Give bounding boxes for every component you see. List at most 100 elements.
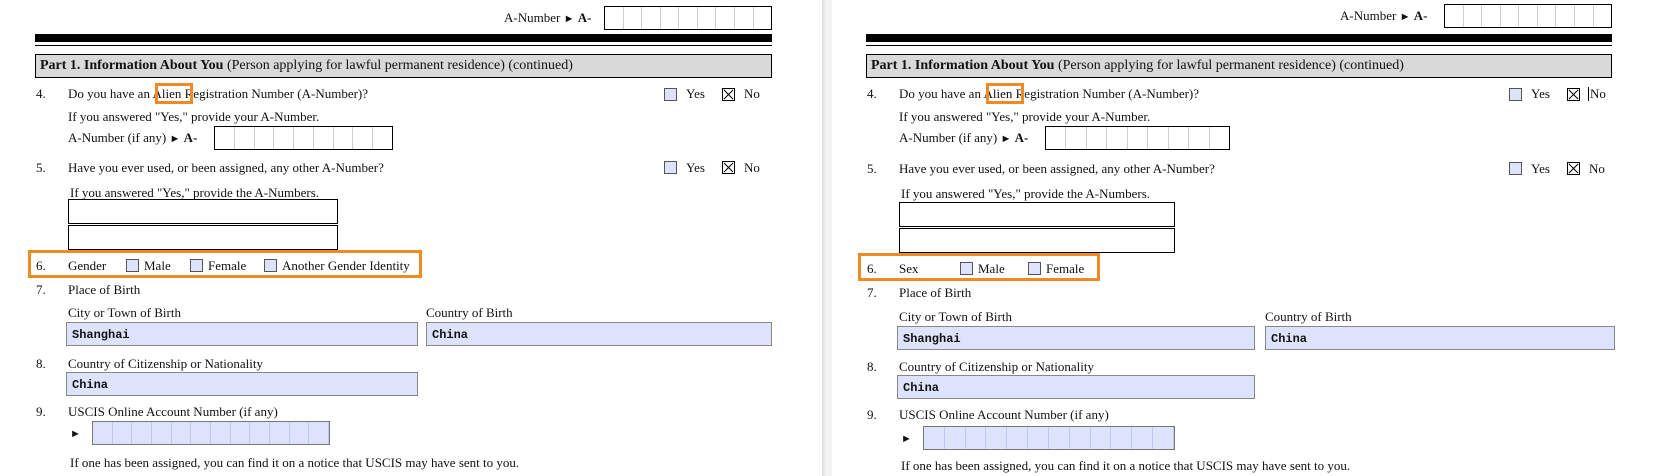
q7-number: 7. — [36, 282, 46, 297]
q7-number: 7. — [867, 285, 877, 300]
q9-uscis-account-input[interactable] — [92, 421, 330, 445]
gender-section-highlight — [28, 250, 422, 278]
q7-country-input[interactable]: China — [1265, 326, 1615, 350]
q5-no-checkbox[interactable] — [1567, 162, 1580, 175]
page-divider — [822, 0, 832, 476]
q4-yes-label: Yes — [686, 86, 705, 101]
q5-a-numbers-input-2[interactable] — [899, 228, 1175, 253]
q7-city-label: City or Town of Birth — [899, 309, 1012, 324]
q9-note: If one has been assigned, you can find i… — [70, 455, 520, 470]
q4-number: 4. — [867, 86, 877, 101]
q7-country-label: Country of Birth — [1265, 309, 1352, 324]
alien-word-highlight — [986, 83, 1024, 104]
q7-city-input[interactable]: Shanghai — [897, 326, 1255, 350]
q4-no-checkbox[interactable] — [1567, 88, 1580, 101]
q4-yes-checkbox[interactable] — [664, 88, 677, 101]
section-rule-thin — [35, 45, 772, 46]
q4-number: 4. — [36, 86, 46, 101]
q5-a-numbers-input-2[interactable] — [68, 225, 338, 250]
a-number-header-label: A-Number ► A- — [1340, 8, 1427, 25]
part-header: Part 1. Information About You (Person ap… — [35, 54, 772, 78]
q5-question: Have you ever used, or been assigned, an… — [68, 160, 384, 175]
q7-label: Place of Birth — [899, 285, 972, 300]
q4-a-prefix: A- — [183, 130, 198, 145]
q4-hint: If you answered "Yes," provide your A-Nu… — [68, 109, 320, 124]
arrow-right-icon: ► — [1000, 133, 1012, 145]
q8-number: 8. — [867, 359, 877, 374]
q5-a-numbers-input-1[interactable] — [899, 202, 1175, 227]
a-number-header-input[interactable] — [604, 6, 772, 30]
q9-uscis-account-input[interactable] — [923, 426, 1175, 450]
q4-a-prefix: A- — [1014, 130, 1029, 145]
q4-no-label: No — [744, 86, 760, 101]
q4-no-label: No — [1590, 86, 1606, 101]
q4-a-number-input[interactable] — [214, 126, 393, 150]
sex-section-highlight — [858, 253, 1100, 281]
q5-number: 5. — [867, 161, 877, 176]
arrow-right-icon: ► — [70, 428, 81, 440]
q5-no-label: No — [1589, 161, 1605, 176]
q4-text-after: Registration Number (A-Number)? — [181, 86, 369, 101]
q4-yes-label: Yes — [1531, 86, 1550, 101]
part-title: Part 1. Information About You — [871, 58, 1055, 73]
q4-field-label-text: A-Number (if any) — [899, 130, 998, 145]
q8-number: 8. — [36, 356, 46, 371]
q7-label: Place of Birth — [68, 282, 141, 297]
q5-a-numbers-input-1[interactable] — [68, 199, 338, 224]
q5-yes-label: Yes — [686, 160, 705, 175]
part-title: Part 1. Information About You — [40, 58, 224, 73]
q5-question: Have you ever used, or been assigned, an… — [899, 161, 1215, 176]
q9-number: 9. — [867, 407, 877, 422]
q8-citizenship-input[interactable]: China — [897, 375, 1255, 399]
q8-label: Country of Citizenship or Nationality — [899, 359, 1094, 374]
a-prefix: A- — [577, 10, 592, 25]
a-number-label-text: A-Number — [504, 10, 561, 25]
q5-yes-checkbox[interactable] — [664, 161, 677, 174]
a-number-header-label: A-Number ► A- — [504, 10, 591, 27]
q5-number: 5. — [36, 160, 46, 175]
q4-field-label: A-Number (if any) ► A- — [68, 130, 197, 147]
part-header: Part 1. Information About You (Person ap… — [866, 54, 1612, 78]
section-rule-thick — [35, 34, 772, 42]
a-number-header-input[interactable] — [1444, 4, 1612, 28]
q9-label: USCIS Online Account Number (if any) — [899, 407, 1109, 422]
q7-city-label: City or Town of Birth — [68, 305, 181, 320]
section-rule-thin — [866, 45, 1612, 46]
a-prefix: A- — [1413, 8, 1428, 23]
text-cursor — [1588, 87, 1589, 101]
a-number-label-text: A-Number — [1340, 8, 1397, 23]
arrow-right-icon: ► — [1399, 11, 1411, 23]
q9-number: 9. — [36, 404, 46, 419]
q4-question: Do you have an Alien Registration Number… — [899, 86, 1199, 102]
q4-hint: If you answered "Yes," provide your A-Nu… — [899, 109, 1151, 124]
q4-field-label: A-Number (if any) ► A- — [899, 130, 1028, 147]
q8-citizenship-input[interactable]: China — [66, 372, 418, 396]
q4-yes-checkbox[interactable] — [1509, 88, 1522, 101]
q4-question: Do you have an Alien Registration Number… — [68, 86, 368, 102]
q5-no-label: No — [744, 160, 760, 175]
q8-label: Country of Citizenship or Nationality — [68, 356, 263, 371]
section-rule-thick — [866, 34, 1612, 42]
q4-text-after: Registration Number (A-Number)? — [1012, 86, 1200, 101]
q4-text-before: Do you have an — [68, 86, 153, 101]
arrow-right-icon: ► — [901, 433, 912, 445]
part-subtitle: (Person applying for lawful permanent re… — [226, 58, 573, 73]
arrow-right-icon: ► — [563, 13, 575, 25]
left-form-page: A-Number ► A- Part 1. Information About … — [0, 0, 822, 476]
q7-country-label: Country of Birth — [426, 305, 513, 320]
arrow-right-icon: ► — [169, 133, 181, 145]
q4-text-before: Do you have an — [899, 86, 984, 101]
right-form-page: A-Number ► A- Part 1. Information About … — [832, 0, 1655, 476]
part-subtitle: (Person applying for lawful permanent re… — [1057, 58, 1404, 73]
q5-no-checkbox[interactable] — [722, 161, 735, 174]
q5-hint: If you answered "Yes," provide the A-Num… — [901, 186, 1151, 201]
q9-note: If one has been assigned, you can find i… — [901, 458, 1351, 473]
alien-word-highlight — [155, 83, 193, 104]
q5-yes-checkbox[interactable] — [1509, 162, 1522, 175]
q5-yes-label: Yes — [1531, 161, 1550, 176]
q4-a-number-input[interactable] — [1045, 126, 1230, 150]
q7-country-input[interactable]: China — [426, 322, 772, 346]
q7-city-input[interactable]: Shanghai — [66, 322, 418, 346]
q4-field-label-text: A-Number (if any) — [68, 130, 167, 145]
q4-no-checkbox[interactable] — [722, 88, 735, 101]
